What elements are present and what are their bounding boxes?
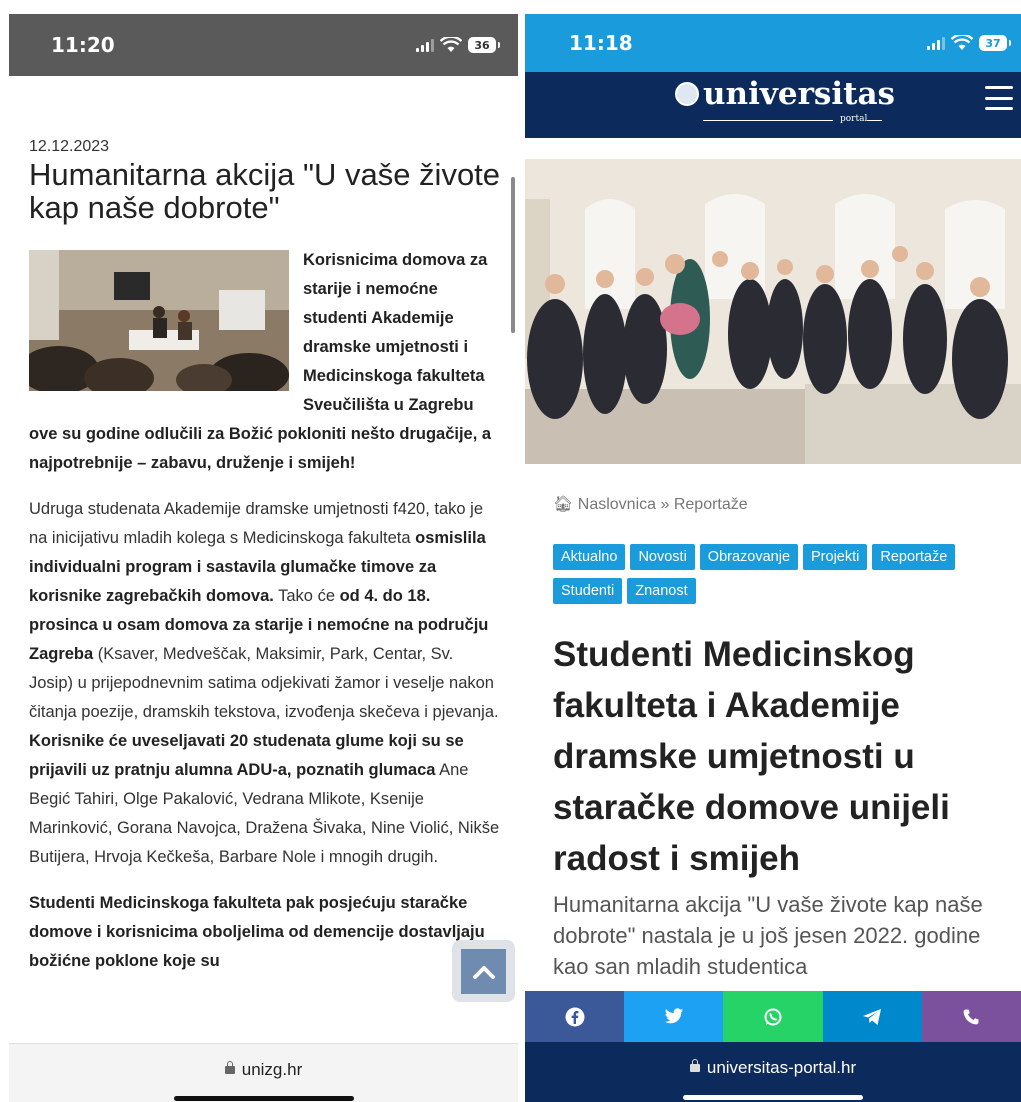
text-run: (Ksaver, Medveščak, Maksimir, Park, Cent… bbox=[29, 645, 499, 721]
hero-photo[interactable] bbox=[525, 159, 1021, 464]
home-indicator[interactable] bbox=[683, 1095, 863, 1100]
signal-icon bbox=[416, 38, 434, 52]
breadcrumb-home[interactable]: Naslovnica bbox=[578, 496, 656, 513]
menu-icon[interactable] bbox=[985, 86, 1013, 110]
logo-rule bbox=[703, 120, 833, 121]
address-url: universitas-portal.hr bbox=[706, 1058, 857, 1077]
text-run: Tako će bbox=[273, 587, 340, 605]
status-icons: 36 bbox=[416, 37, 500, 53]
viber-icon bbox=[963, 1009, 979, 1024]
status-icons: 37 bbox=[927, 35, 1011, 51]
address-text-wrap: unizg.hr bbox=[9, 1060, 518, 1080]
tag-novosti[interactable]: Novosti bbox=[630, 544, 695, 570]
tag-obrazovanje[interactable]: Obrazovanje bbox=[699, 544, 799, 570]
status-time: 11:20 bbox=[51, 33, 115, 57]
article: 12.12.2023 Humanitarna akcija "U vaše ži… bbox=[29, 138, 501, 976]
site-logo[interactable]: universitas bbox=[675, 76, 895, 112]
share-whatsapp-button[interactable] bbox=[723, 991, 823, 1042]
twitter-icon bbox=[664, 1008, 683, 1024]
breadcrumb: 🏠︎ Naslovnica » Reportaže bbox=[553, 494, 748, 514]
lock-icon bbox=[224, 1061, 235, 1074]
article-title: Studenti Medicinskog fakulteta i Akademi… bbox=[553, 635, 950, 878]
telegram-icon bbox=[863, 1008, 882, 1025]
facebook-icon bbox=[565, 1007, 585, 1026]
right-phone-screen: 11:18 37 universitas portal 🏠︎ Naslovnic… bbox=[525, 14, 1021, 1102]
category-tags: Aktualno Novosti Obrazovanje Projekti Re… bbox=[553, 544, 1013, 604]
wifi-icon bbox=[440, 37, 462, 52]
battery-icon: 36 bbox=[468, 37, 500, 53]
screenshot-root: 11:20 36 12.12.2023 Humanitarna akcija "… bbox=[0, 0, 1021, 1102]
whatsapp-icon bbox=[764, 1008, 782, 1025]
logo-seal-icon bbox=[675, 82, 699, 106]
tag-studenti[interactable]: Studenti bbox=[553, 578, 623, 604]
tag-znanost[interactable]: Znanost bbox=[627, 578, 696, 604]
home-icon: 🏠︎ bbox=[553, 496, 574, 513]
signal-icon bbox=[927, 36, 945, 50]
tag-aktualno[interactable]: Aktualno bbox=[553, 544, 626, 570]
status-bar: 11:18 37 bbox=[525, 14, 1021, 72]
scroll-to-top-button[interactable] bbox=[452, 940, 515, 1002]
article-lead: Korisnicima domova za starije i nemoćne … bbox=[29, 246, 501, 478]
status-time: 11:18 bbox=[569, 31, 633, 55]
battery-icon: 37 bbox=[979, 35, 1011, 51]
article-paragraph-1: Udruga studenata Akademije dramske umjet… bbox=[29, 495, 501, 872]
breadcrumb-current[interactable]: Reportaže bbox=[674, 496, 748, 513]
share-twitter-button[interactable] bbox=[624, 991, 724, 1042]
article-excerpt: Humanitarna akcija "U vaše živote kap na… bbox=[553, 892, 983, 979]
share-viber-button[interactable] bbox=[921, 991, 1021, 1042]
logo-text: universitas bbox=[703, 76, 896, 112]
text-run-bold: Korisnike će uveseljavati 20 studenata g… bbox=[29, 732, 464, 779]
article-photo[interactable] bbox=[29, 250, 289, 391]
address-bar[interactable]: unizg.hr bbox=[9, 1043, 518, 1102]
share-facebook-button[interactable] bbox=[525, 991, 625, 1042]
chevron-up-icon bbox=[461, 949, 506, 994]
address-text-wrap: universitas-portal.hr bbox=[525, 1058, 1021, 1078]
scrollbar-thumb[interactable] bbox=[511, 177, 515, 333]
article-date: 12.12.2023 bbox=[29, 138, 110, 155]
article-paragraph-2: Studenti Medicinskoga fakulteta pak posj… bbox=[29, 894, 485, 970]
article-title: Humanitarna akcija "U vaše živote kap na… bbox=[29, 157, 501, 225]
status-bar: 11:20 36 bbox=[9, 14, 518, 76]
logo-rule bbox=[867, 120, 882, 121]
address-url: unizg.hr bbox=[241, 1060, 303, 1079]
home-indicator[interactable] bbox=[173, 1096, 354, 1101]
share-bar bbox=[525, 991, 1021, 1042]
lock-icon bbox=[689, 1059, 700, 1072]
tag-reportaze[interactable]: Reportaže bbox=[872, 544, 956, 570]
logo-subtitle: portal bbox=[840, 114, 868, 124]
left-phone-screen: 11:20 36 12.12.2023 Humanitarna akcija "… bbox=[9, 14, 518, 1102]
breadcrumb-separator: » bbox=[660, 496, 670, 513]
wifi-icon bbox=[951, 35, 973, 50]
site-header: universitas portal bbox=[525, 72, 1021, 138]
tag-projekti[interactable]: Projekti bbox=[803, 544, 868, 570]
address-bar[interactable]: universitas-portal.hr bbox=[525, 1042, 1021, 1102]
share-telegram-button[interactable] bbox=[822, 991, 922, 1042]
